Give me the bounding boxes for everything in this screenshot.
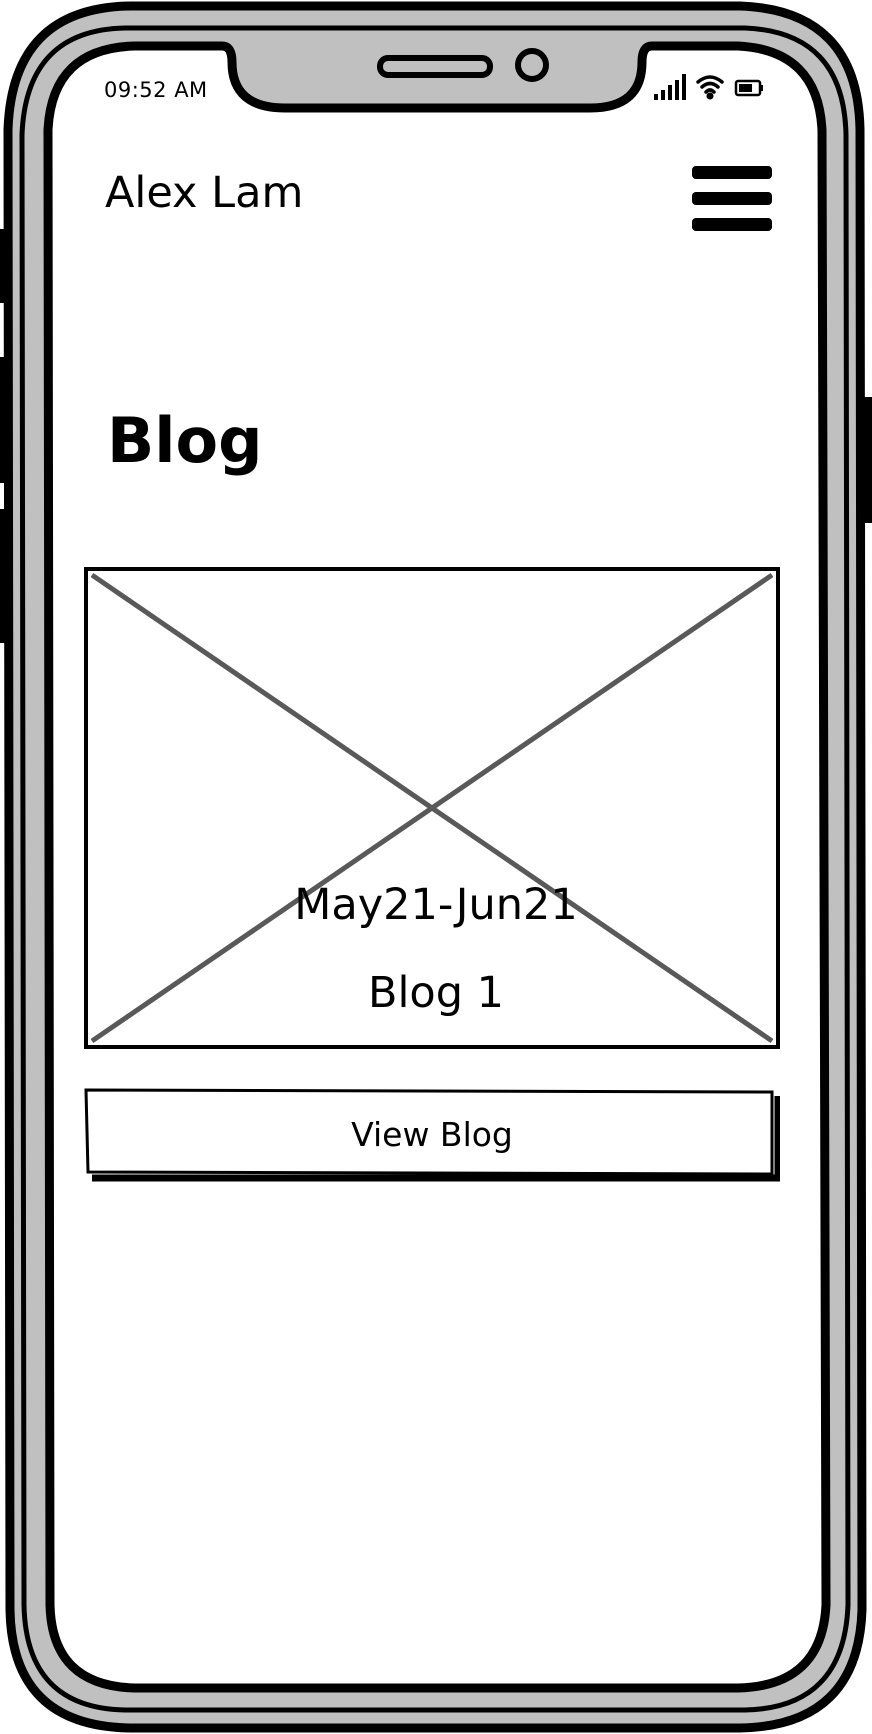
app-title: Alex Lam: [105, 168, 304, 218]
camera-icon: [515, 48, 549, 82]
speaker-grille: [377, 55, 493, 78]
view-blog-button[interactable]: View Blog: [84, 1088, 780, 1184]
status-time: 09:52 AM: [104, 78, 208, 102]
hamburger-menu-button[interactable]: [688, 162, 776, 238]
hamburger-menu-icon: [692, 166, 772, 179]
status-icons: [654, 74, 763, 100]
cellular-signal-icon: [654, 74, 686, 100]
battery-icon: [734, 79, 763, 97]
wifi-icon: [696, 75, 724, 100]
hamburger-menu-icon-bar: [692, 192, 772, 205]
blog-card-date: May21-Jun21: [294, 880, 578, 930]
blog-card-title: Blog 1: [367, 968, 505, 1018]
page-title: Blog: [107, 404, 263, 477]
hamburger-menu-icon-bar: [692, 218, 772, 231]
view-blog-button-label: View Blog: [351, 1115, 513, 1154]
